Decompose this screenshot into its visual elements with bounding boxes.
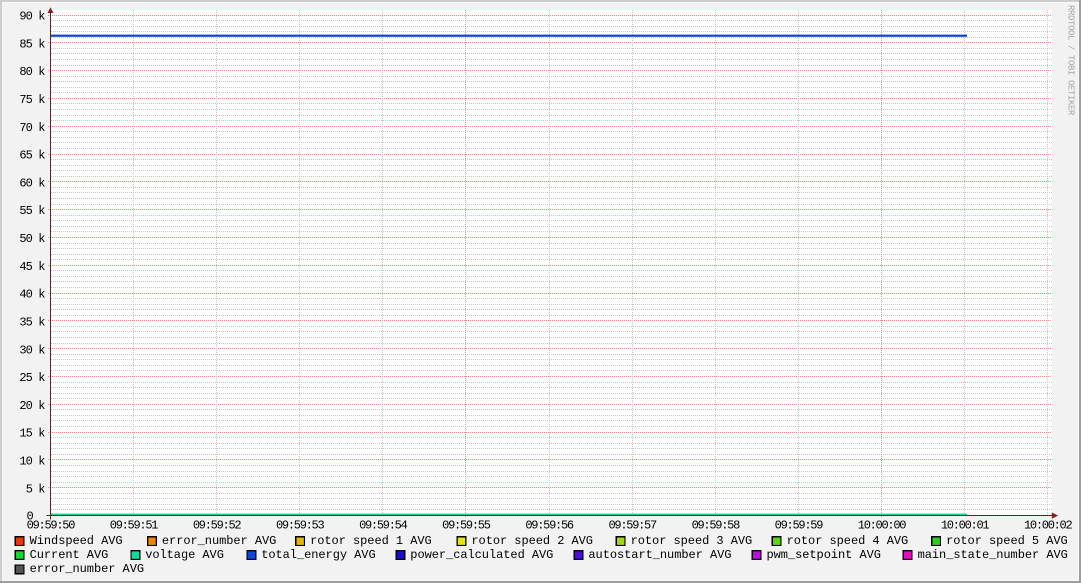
svg-text:35 k: 35 k <box>19 316 45 330</box>
svg-text:main_state_number AVG: main_state_number AVG <box>918 548 1068 562</box>
svg-text:70 k: 70 k <box>19 121 45 135</box>
svg-text:rotor speed 2 AVG: rotor speed 2 AVG <box>471 534 593 548</box>
svg-text:55 k: 55 k <box>19 204 45 218</box>
svg-text:Windspeed AVG: Windspeed AVG <box>30 534 123 548</box>
svg-text:09:59:55: 09:59:55 <box>442 518 491 532</box>
svg-text:09:59:57: 09:59:57 <box>608 518 657 532</box>
svg-text:15 k: 15 k <box>19 427 45 441</box>
svg-text:25 k: 25 k <box>19 371 45 385</box>
svg-text:09:59:56: 09:59:56 <box>525 518 574 532</box>
svg-text:20 k: 20 k <box>19 399 45 413</box>
svg-text:75 k: 75 k <box>19 93 45 107</box>
svg-text:10:00:02: 10:00:02 <box>1024 518 1073 532</box>
svg-text:09:59:50: 09:59:50 <box>27 518 76 532</box>
svg-text:90 k: 90 k <box>19 10 45 24</box>
svg-text:10:00:00: 10:00:00 <box>858 518 907 532</box>
svg-text:10:00:01: 10:00:01 <box>941 518 990 532</box>
svg-text:45 k: 45 k <box>19 260 45 274</box>
svg-text:30 k: 30 k <box>19 343 45 357</box>
svg-text:error_number AVG: error_number AVG <box>30 562 144 576</box>
svg-text:80 k: 80 k <box>19 65 45 79</box>
svg-text:85 k: 85 k <box>19 37 45 51</box>
svg-text:Current AVG: Current AVG <box>30 548 109 562</box>
svg-text:10 k: 10 k <box>19 455 45 469</box>
svg-text:5 k: 5 k <box>26 482 46 496</box>
svg-text:65 k: 65 k <box>19 149 45 163</box>
svg-text:09:59:52: 09:59:52 <box>193 518 242 532</box>
svg-text:rotor speed 5 AVG: rotor speed 5 AVG <box>946 534 1068 548</box>
svg-text:09:59:59: 09:59:59 <box>775 518 824 532</box>
svg-text:09:59:54: 09:59:54 <box>359 518 408 532</box>
svg-text:error_number AVG: error_number AVG <box>162 534 276 548</box>
svg-text:RRDTOOL / TOBI OETIKER: RRDTOOL / TOBI OETIKER <box>1065 5 1075 116</box>
svg-text:total_energy AVG: total_energy AVG <box>261 548 375 562</box>
svg-text:09:59:58: 09:59:58 <box>692 518 741 532</box>
svg-text:rotor speed 3 AVG: rotor speed 3 AVG <box>631 534 753 548</box>
svg-text:rotor speed 4 AVG: rotor speed 4 AVG <box>787 534 909 548</box>
svg-text:rotor speed 1 AVG: rotor speed 1 AVG <box>310 534 432 548</box>
svg-text:power_calculated AVG: power_calculated AVG <box>410 548 553 562</box>
svg-text:60 k: 60 k <box>19 176 45 190</box>
svg-text:autostart_number AVG: autostart_number AVG <box>588 548 731 562</box>
svg-text:09:59:53: 09:59:53 <box>276 518 325 532</box>
svg-text:09:59:51: 09:59:51 <box>110 518 159 532</box>
svg-text:50 k: 50 k <box>19 232 45 246</box>
svg-text:voltage AVG: voltage AVG <box>145 548 224 562</box>
svg-text:pwm_setpoint AVG: pwm_setpoint AVG <box>767 548 881 562</box>
svg-text:40 k: 40 k <box>19 288 45 302</box>
